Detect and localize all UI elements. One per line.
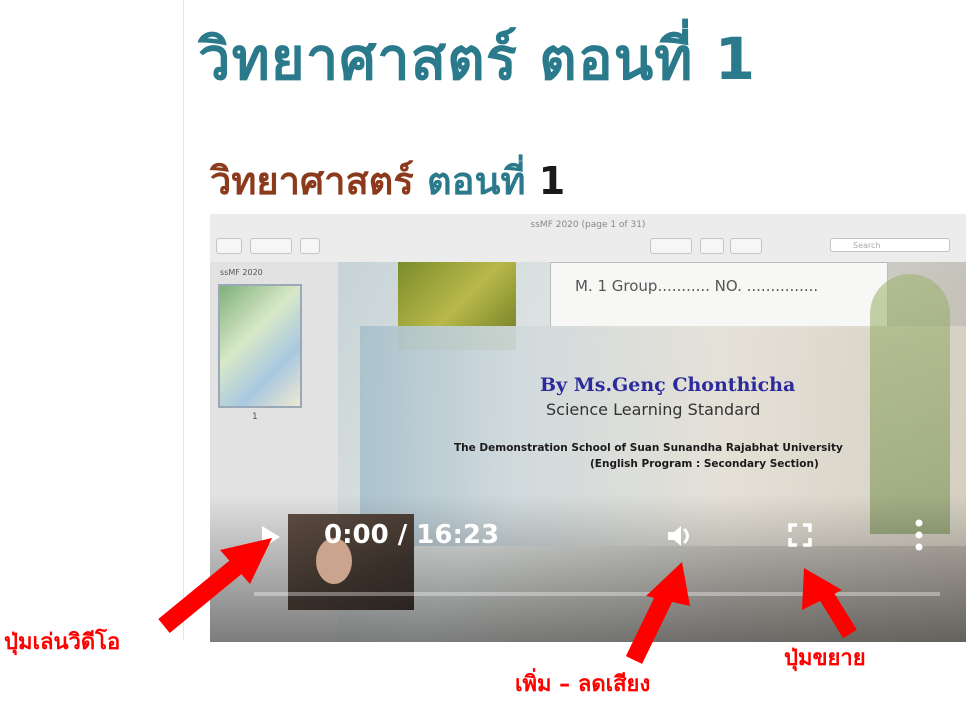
play-callout-arrow-icon (158, 538, 272, 633)
video-heading-subject: วิทยาศาสตร์ (210, 159, 414, 203)
pdf-window-title: ssMF 2020 (page 1 of 31) (530, 220, 646, 230)
play-button-callout: ปุ่มเล่นวิดีโอ (4, 630, 121, 655)
standard-line: Science Learning Standard (546, 400, 761, 419)
school-line: The Demonstration School of Suan Sunandh… (454, 442, 843, 454)
page-title: วิทยาศาสตร์ ตอนที่ 1 (198, 25, 757, 93)
annotate-icon (730, 238, 762, 254)
time-display: 0:00 / 16:23 (324, 520, 500, 550)
pdf-toolbar: ssMF 2020 (page 1 of 31) Search (210, 214, 966, 263)
fullscreen-callout-arrow-icon (802, 568, 857, 639)
page-thumbnail (218, 284, 302, 408)
fullscreen-icon[interactable] (788, 523, 812, 547)
page-thumbnail-number: 1 (252, 412, 258, 422)
more-icon[interactable] (914, 518, 924, 552)
author-line: By Ms.Genç Chonthicha (540, 374, 796, 396)
video-heading: วิทยาศาสตร์ ตอนที่ 1 (210, 150, 565, 211)
share-icon (300, 238, 320, 254)
program-line: (English Program : Secondary Section) (590, 458, 819, 470)
video-heading-number: 1 (538, 159, 566, 203)
volume-callout-arrow-icon (625, 562, 690, 664)
sidebar-document-name: ssMF 2020 (220, 268, 263, 277)
pdf-search-field: Search (830, 238, 950, 252)
group-number-box: M. 1 Group........... NO. ..............… (550, 262, 888, 330)
zoom-icon (250, 238, 292, 254)
sidebar-toggle-icon (216, 238, 242, 254)
volume-icon[interactable] (666, 523, 696, 549)
video-heading-episode: ตอนที่ (426, 159, 526, 203)
rotate-icon (700, 238, 724, 254)
markup-icon (650, 238, 692, 254)
fullscreen-callout: ปุ่มขยาย (784, 646, 866, 671)
volume-callout: เพิ่ม – ลดเสียง (515, 672, 651, 697)
group-number-text: M. 1 Group........... NO. ..............… (575, 277, 819, 295)
